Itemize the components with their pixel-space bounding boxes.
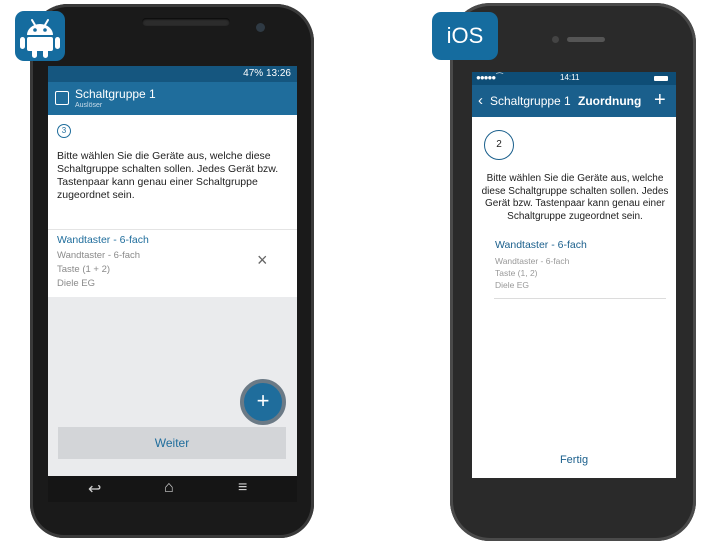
android-appbar-subtitle: Auslöser [75, 102, 103, 109]
iphone-camera [552, 36, 559, 43]
remove-icon[interactable]: × [257, 250, 268, 271]
group-icon [55, 91, 69, 105]
ios-status-time: 14:11 [560, 73, 580, 82]
android-app-bar: Schaltgruppe 1 Auslöser [48, 82, 297, 115]
android-camera [256, 23, 265, 32]
android-speaker [142, 18, 230, 26]
next-button[interactable]: Weiter [58, 427, 286, 459]
android-robot-icon [20, 19, 60, 58]
add-device-fab[interactable]: + [240, 379, 286, 425]
ios-status-bar: ●●●●● ⁀ 14:11 [472, 72, 676, 85]
device-key: Taste (1, 2) [495, 268, 538, 278]
menu-icon[interactable]: ≡ [238, 479, 247, 497]
device-key: Taste (1 + 2) [57, 264, 111, 275]
back-button[interactable]: Schaltgruppe 1 [490, 94, 571, 108]
device-type: Wandtaster - 6-fach [57, 250, 141, 261]
device-title: Wandtaster - 6-fach [57, 234, 149, 246]
android-device-list-item[interactable]: Wandtaster - 6-fach Wandtaster - 6-fach … [48, 229, 297, 297]
device-room: Diele EG [57, 278, 96, 289]
iphone-screen: ●●●●● ⁀ 14:11 ‹ Schaltgruppe 1 Zuordnung… [472, 72, 676, 478]
signal-icon: ●●●●● ⁀ [476, 73, 503, 82]
chevron-left-icon[interactable]: ‹ [478, 92, 483, 109]
ios-badge: iOS [432, 12, 498, 60]
ios-nav-bar: ‹ Schaltgruppe 1 Zuordnung + [472, 85, 676, 117]
back-icon[interactable]: ↩ [88, 479, 101, 499]
ios-nav-title: Zuordnung [578, 94, 642, 108]
device-type: Wandtaster - 6-fach [495, 256, 570, 266]
android-status-text: 47% 13:26 [243, 68, 291, 79]
done-button[interactable]: Fertig [472, 454, 676, 466]
android-appbar-title: Schaltgruppe 1 [75, 87, 156, 101]
home-icon[interactable]: ⌂ [164, 479, 174, 497]
battery-icon [654, 76, 668, 81]
device-title: Wandtaster - 6-fach [495, 239, 587, 251]
list-divider [494, 298, 666, 299]
android-step-indicator: 3 [57, 124, 71, 138]
iphone-speaker [567, 37, 605, 42]
android-description: Bitte wählen Sie die Geräte aus, welche … [57, 150, 279, 201]
android-nav-bar: ↩ ⌂ ≡ [48, 476, 297, 502]
ios-step-indicator: 2 [484, 130, 514, 160]
add-button[interactable]: + [654, 89, 666, 112]
android-screen: 47% 13:26 Schaltgruppe 1 Auslöser 3 Bitt… [48, 66, 297, 476]
android-status-bar: 47% 13:26 [48, 66, 297, 82]
ios-description: Bitte wählen Sie die Geräte aus, welche … [481, 173, 669, 222]
android-badge [15, 11, 65, 61]
device-room: Diele EG [495, 280, 530, 290]
